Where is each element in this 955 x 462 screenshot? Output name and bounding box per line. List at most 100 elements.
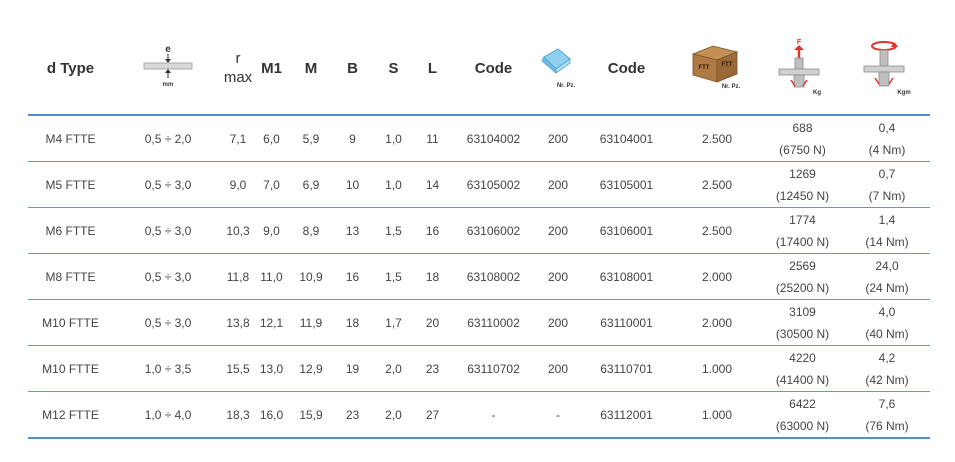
cell-code-box: 63108001: [580, 253, 673, 300]
cell-torque: 0,4 (4 Nm): [844, 115, 930, 162]
cell-grip-range: 1,0 ÷ 4,0: [113, 391, 223, 439]
cell-pull-force: 4220 (41400 N): [761, 345, 844, 392]
cell-s: 1,0: [373, 115, 414, 162]
cell-qty-bag: 200: [536, 161, 580, 208]
cell-code-bag: 63108002: [451, 253, 536, 300]
header-gauge: e mm: [113, 22, 223, 115]
header-type: d Type: [46, 59, 95, 77]
table-row: M10 FTTE 1,0 ÷ 3,5 15,5 13,0 12,9 19 2,0 23 6311…: [28, 345, 930, 392]
cell-qty-box: 1.000: [673, 345, 761, 392]
cell-torque-value: 1,4: [878, 212, 896, 227]
cell-torque-value: 0,4: [878, 120, 896, 135]
cell-torque-si: (40 Nm): [865, 326, 909, 341]
cell-qty-bag: 200: [536, 299, 580, 346]
cell-qty-bag: 200: [536, 207, 580, 254]
cell-l: 20: [414, 299, 451, 346]
cell-qty-bag: 200: [536, 253, 580, 300]
cell-code-box: 63112001: [580, 391, 673, 439]
cell-qty-box: 2.500: [673, 207, 761, 254]
cell-code-box: 63104001: [580, 115, 673, 162]
cell-s: 1,5: [373, 253, 414, 300]
cell-m1: 7,0: [253, 161, 290, 208]
cell-torque-value: 24,0: [875, 258, 899, 273]
cell-torque: 4,0 (40 Nm): [844, 299, 930, 346]
cell-b: 9: [332, 115, 373, 162]
cell-pull-force-value: 2569: [789, 258, 816, 273]
cell-qty-bag: -: [536, 391, 580, 439]
table-row: M4 FTTE 0,5 ÷ 2,0 7,1 6,0 5,9 9 1,0 11 63104002 2…: [28, 115, 930, 162]
cell-pull-force-value: 688: [792, 120, 813, 135]
cell-grip-range: 1,0 ÷ 3,5: [113, 345, 223, 392]
cell-pull-force: 6422 (63000 N): [761, 391, 844, 439]
cell-qty-bag: 200: [536, 345, 580, 392]
cell-torque-value: 4,2: [878, 350, 896, 365]
cell-pull-force-si: (30500 N): [775, 326, 830, 341]
cell-code-box: 63105001: [580, 161, 673, 208]
cell-b: 13: [332, 207, 373, 254]
cell-pull-force-si: (25200 N): [775, 280, 830, 295]
box-qty-label: Nr. Pz.: [722, 84, 741, 90]
cell-m: 15,9: [290, 391, 332, 439]
cell-torque-si: (24 Nm): [865, 280, 909, 295]
cell-pull-force-value: 1269: [789, 166, 816, 181]
cell-grip-range: 0,5 ÷ 3,0: [113, 207, 223, 254]
cell-s: 1,0: [373, 161, 414, 208]
cell-m1: 13,0: [253, 345, 290, 392]
cell-qty-box: 1.000: [673, 391, 761, 439]
cell-pull-force-si: (17400 N): [775, 234, 830, 249]
cell-m: 6,9: [290, 161, 332, 208]
cell-torque-si: (4 Nm): [868, 142, 906, 157]
cell-qty-box: 2.000: [673, 253, 761, 300]
cell-torque-si: (7 Nm): [868, 188, 906, 203]
header-row: d Type e mm r max M1 M B S L Code Nr. Pz…: [28, 22, 930, 115]
cell-torque: 1,4 (14 Nm): [844, 207, 930, 254]
cell-b: 23: [332, 391, 373, 439]
thickness-gauge-icon: e mm: [143, 43, 193, 89]
cell-r-max: 18,3: [223, 391, 253, 439]
header-r-bottom: max: [223, 69, 253, 86]
cell-code-box: 63110701: [580, 345, 673, 392]
cell-grip-range: 0,5 ÷ 2,0: [113, 115, 223, 162]
cell-m: 10,9: [290, 253, 332, 300]
cell-r-max: 11,8: [223, 253, 253, 300]
cell-code-bag: 63105002: [451, 161, 536, 208]
pull-force-label: F: [796, 39, 801, 46]
cell-m: 12,9: [290, 345, 332, 392]
cell-r-max: 9,0: [223, 161, 253, 208]
cell-pull-force-si: (63000 N): [775, 418, 830, 433]
cell-type: M10 FTTE: [28, 299, 113, 346]
cell-pull-force: 1774 (17400 N): [761, 207, 844, 254]
bag-icon: Nr. Pz.: [536, 43, 580, 89]
cell-pull-force: 2569 (25200 N): [761, 253, 844, 300]
cell-r-max: 13,8: [223, 299, 253, 346]
header-m: M: [304, 59, 318, 77]
header-m1: M1: [261, 59, 282, 77]
cell-pull-force: 688 (6750 N): [761, 115, 844, 162]
cell-grip-range: 0,5 ÷ 3,0: [113, 161, 223, 208]
cell-m1: 16,0: [253, 391, 290, 439]
header-s: S: [388, 59, 399, 77]
box-icon: FTT FTT Nr. Pz.: [687, 42, 747, 90]
cell-m: 5,9: [290, 115, 332, 162]
cell-l: 23: [414, 345, 451, 392]
cell-b: 18: [332, 299, 373, 346]
cell-grip-range: 0,5 ÷ 3,0: [113, 253, 223, 300]
cell-pull-force-value: 4220: [789, 350, 816, 365]
cell-l: 16: [414, 207, 451, 254]
cell-l: 18: [414, 253, 451, 300]
cell-type: M12 FTTE: [28, 391, 113, 439]
cell-l: 11: [414, 115, 451, 162]
cell-torque: 0,7 (7 Nm): [844, 161, 930, 208]
table-row: M12 FTTE 1,0 ÷ 4,0 18,3 16,0 15,9 23 2,0 27- -63…: [28, 391, 930, 439]
box-print-right: FTT: [722, 62, 733, 68]
cell-pull-force-si: (12450 N): [775, 188, 830, 203]
cell-pull-force: 3109 (30500 N): [761, 299, 844, 346]
header-l: L: [427, 59, 438, 77]
cell-s: 1,5: [373, 207, 414, 254]
cell-torque: 24,0 (24 Nm): [844, 253, 930, 300]
cell-r-max: 7,1: [223, 115, 253, 162]
cell-grip-range: 0,5 ÷ 3,0: [113, 299, 223, 346]
cell-qty-box: 2.000: [673, 299, 761, 346]
cell-m1: 11,0: [253, 253, 290, 300]
pull-force-icon: F Kg: [775, 36, 831, 96]
